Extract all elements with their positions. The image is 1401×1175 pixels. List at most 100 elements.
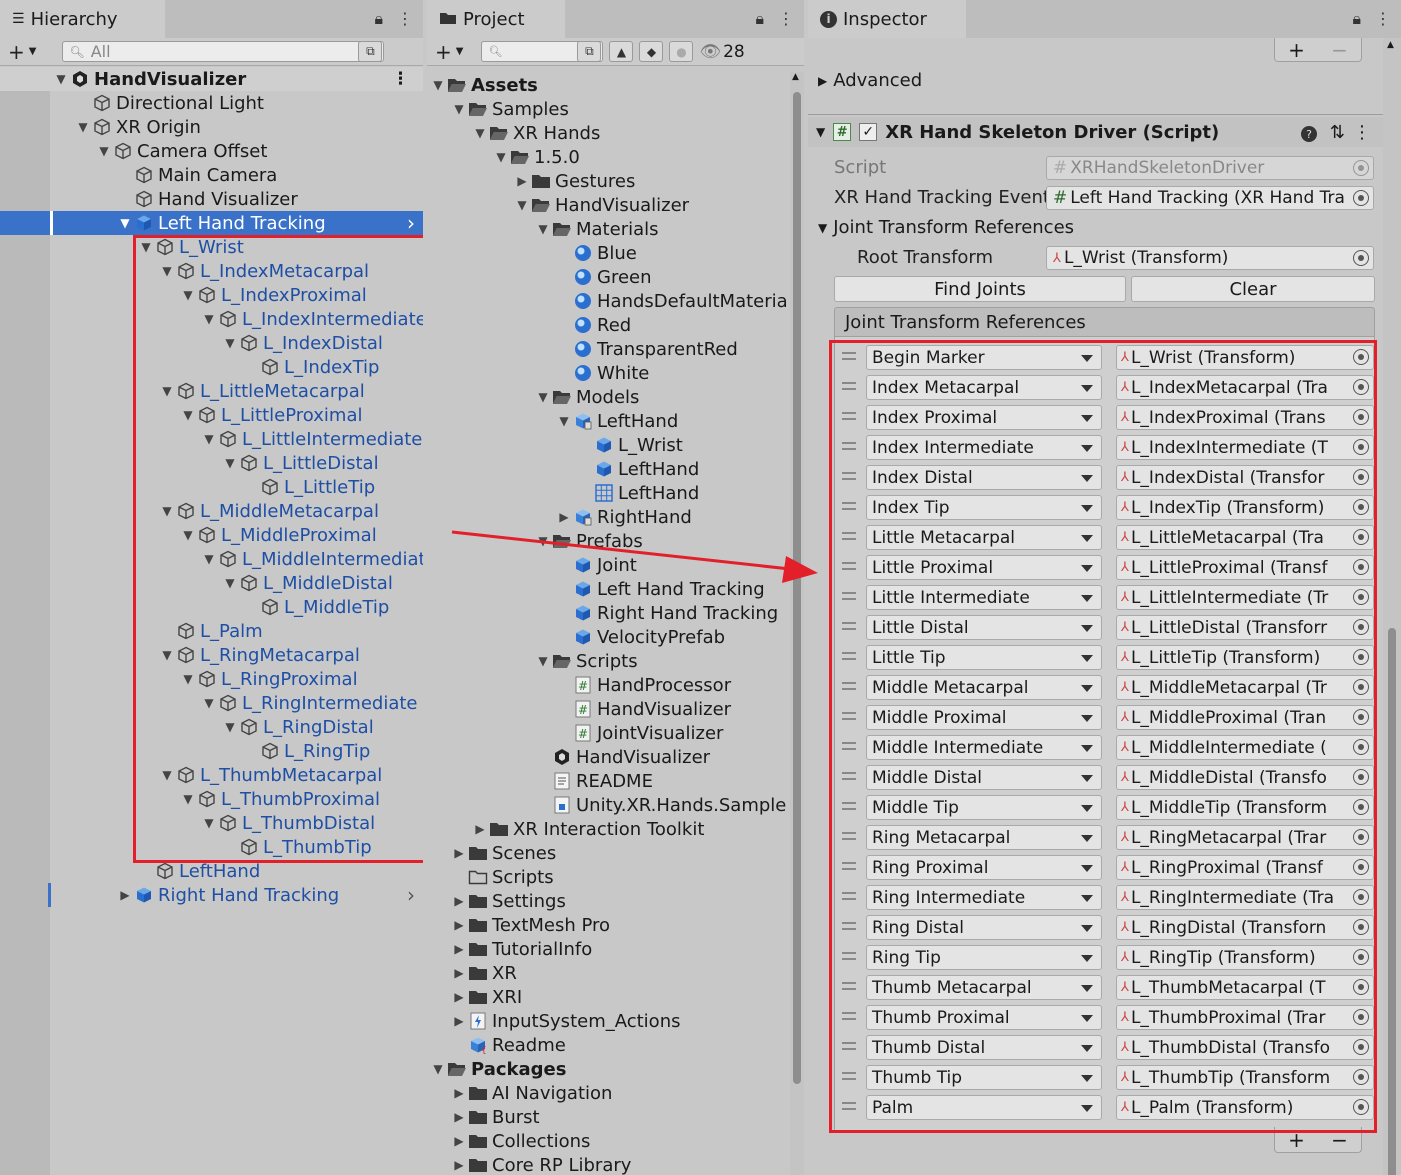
- tree-row[interactable]: ▶ TutorialInfo: [427, 937, 804, 961]
- chevron-down-icon[interactable]: ▼: [471, 126, 489, 140]
- tree-row[interactable]: README: [427, 769, 804, 793]
- tree-row[interactable]: Hand Visualizer: [0, 187, 423, 211]
- tree-row[interactable]: Right Hand Tracking: [427, 601, 804, 625]
- joint-refs-foldout[interactable]: ▼ Joint Transform References: [818, 217, 1074, 238]
- chevron-down-icon[interactable]: ▼: [52, 72, 70, 86]
- lock-icon[interactable]: 🔒︎: [755, 9, 764, 29]
- chevron-down-icon[interactable]: ▼: [116, 216, 134, 230]
- advanced-foldout[interactable]: ▶ Advanced: [818, 70, 922, 91]
- tree-row[interactable]: ▶ AI Navigation: [427, 1081, 804, 1105]
- tree-row[interactable]: L_Wrist: [427, 433, 804, 457]
- kebab-menu-icon[interactable]: ⋮: [1375, 9, 1391, 29]
- chevron-right-icon[interactable]: ▶: [116, 888, 134, 902]
- lock-icon[interactable]: 🔒︎: [1352, 9, 1361, 29]
- remove-element-button[interactable]: −: [1331, 38, 1348, 62]
- tab-hierarchy[interactable]: ☰ Hierarchy: [0, 0, 165, 38]
- scrollbar-thumb[interactable]: [793, 92, 801, 1084]
- scene-root-row[interactable]: ▼ HandVisualizer ⋮: [0, 67, 423, 91]
- tree-row[interactable]: VelocityPrefab: [427, 625, 804, 649]
- chevron-right-icon[interactable]: ▶: [450, 894, 468, 908]
- tree-row[interactable]: ▶ Scenes: [427, 841, 804, 865]
- chevron-right-icon[interactable]: ▶: [555, 510, 573, 524]
- create-dropdown-button[interactable]: + ▼: [8, 40, 36, 64]
- tree-row[interactable]: ▼ Materials: [427, 217, 804, 241]
- tree-row[interactable]: ▼ Models: [427, 385, 804, 409]
- tree-row[interactable]: White: [427, 361, 804, 385]
- chevron-down-icon[interactable]: ▼: [534, 654, 552, 668]
- tree-row[interactable]: ▼ XR Hands: [427, 121, 804, 145]
- tree-row[interactable]: LeftHand: [427, 457, 804, 481]
- tree-row[interactable]: Joint: [427, 553, 804, 577]
- tree-row[interactable]: ▶ RightHand: [427, 505, 804, 529]
- chevron-down-icon[interactable]: ▼: [74, 120, 92, 134]
- chevron-down-icon[interactable]: ▼: [429, 78, 447, 92]
- help-icon[interactable]: ?: [1301, 122, 1317, 143]
- root-transform-field[interactable]: ⅄ L_Wrist (Transform): [1046, 246, 1374, 270]
- tree-row[interactable]: ▶ Core RP Library: [427, 1153, 804, 1175]
- project-scrollbar[interactable]: ▲: [790, 72, 804, 1175]
- chevron-right-icon[interactable]: ▶: [450, 990, 468, 1004]
- presets-icon[interactable]: ⇅: [1330, 122, 1345, 143]
- filter-by-type-icon[interactable]: ▲: [609, 41, 634, 62]
- object-picker-icon[interactable]: [1353, 190, 1369, 206]
- tree-row[interactable]: ▶ Gestures: [427, 169, 804, 193]
- filter-by-label-icon[interactable]: ◆: [639, 41, 664, 62]
- component-header[interactable]: ▼ # ✓ XR Hand Skeleton Driver (Script) ?…: [808, 117, 1383, 147]
- tree-row[interactable]: ▶ Settings: [427, 889, 804, 913]
- tree-row[interactable]: ▼ Scripts: [427, 649, 804, 673]
- chevron-right-icon[interactable]: ▶: [450, 1110, 468, 1124]
- tree-row[interactable]: HandVisualizer: [427, 745, 804, 769]
- tree-row[interactable]: # HandVisualizer: [427, 697, 804, 721]
- scrollbar-thumb[interactable]: [1388, 628, 1396, 1175]
- chevron-down-icon[interactable]: ▼: [534, 534, 552, 548]
- tree-row[interactable]: ▶ InputSystem_Actions: [427, 1009, 804, 1033]
- hidden-packages-toggle[interactable]: 👁︎ 28: [699, 42, 744, 62]
- tree-row[interactable]: ▼ Packages: [427, 1057, 804, 1081]
- hierarchy-search-input[interactable]: 🔍︎ All ⧉: [62, 41, 385, 62]
- scroll-up-icon[interactable]: ▲: [1387, 40, 1394, 50]
- tree-row[interactable]: ▼ Camera Offset: [0, 139, 423, 163]
- save-search-icon[interactable]: ●: [669, 41, 694, 62]
- tree-row[interactable]: ▼ Assets: [427, 73, 804, 97]
- tree-row[interactable]: Green: [427, 265, 804, 289]
- search-mode-icon[interactable]: ⧉: [358, 41, 383, 62]
- tree-row[interactable]: ▼ Samples: [427, 97, 804, 121]
- chevron-right-icon[interactable]: ▶: [450, 966, 468, 980]
- tree-row[interactable]: ▶ XRI: [427, 985, 804, 1009]
- tree-row[interactable]: ▼ 1.5.0: [427, 145, 804, 169]
- tree-row[interactable]: {} Readme: [427, 1033, 804, 1057]
- tree-row[interactable]: ▶ Burst: [427, 1105, 804, 1129]
- tree-row[interactable]: ▶ TextMesh Pro: [427, 913, 804, 937]
- inspector-scrollbar[interactable]: ▲: [1383, 38, 1401, 1175]
- tree-row[interactable]: ▼ Left Hand Tracking ›: [0, 211, 423, 235]
- chevron-down-icon[interactable]: ▼: [534, 390, 552, 404]
- chevron-down-icon[interactable]: ▼: [450, 102, 468, 116]
- chevron-down-icon[interactable]: ▼: [513, 198, 531, 212]
- tree-row[interactable]: Scripts: [427, 865, 804, 889]
- tree-row[interactable]: ▼ Prefabs: [427, 529, 804, 553]
- chevron-right-icon[interactable]: ▶: [450, 1134, 468, 1148]
- tree-row[interactable]: Unity.XR.Hands.Sample: [427, 793, 804, 817]
- chevron-down-icon[interactable]: ▼: [429, 1062, 447, 1076]
- chevron-right-icon[interactable]: ▶: [450, 1158, 468, 1172]
- tree-row[interactable]: # HandProcessor: [427, 673, 804, 697]
- tree-row[interactable]: Directional Light: [0, 91, 423, 115]
- chevron-down-icon[interactable]: ▼: [555, 414, 573, 428]
- chevron-down-icon[interactable]: ▼: [95, 144, 113, 158]
- tab-project[interactable]: Project: [427, 0, 565, 38]
- tree-row[interactable]: TransparentRed: [427, 337, 804, 361]
- component-enabled-checkbox[interactable]: ✓: [859, 123, 878, 141]
- lock-icon[interactable]: 🔒︎: [374, 9, 383, 29]
- chevron-right-icon[interactable]: ▶: [450, 1014, 468, 1028]
- chevron-right-icon[interactable]: ▶: [471, 822, 489, 836]
- project-search-input[interactable]: 🔍︎ ⧉: [481, 41, 604, 62]
- add-element-button[interactable]: +: [1288, 38, 1305, 62]
- tree-row[interactable]: LeftHand: [427, 481, 804, 505]
- chevron-right-icon[interactable]: ▶: [513, 174, 531, 188]
- open-prefab-chevron-icon[interactable]: ›: [407, 211, 415, 235]
- tree-row[interactable]: Main Camera: [0, 163, 423, 187]
- kebab-menu-icon[interactable]: ⋮: [778, 9, 794, 29]
- chevron-down-icon[interactable]: ▼: [534, 222, 552, 236]
- chevron-right-icon[interactable]: ▶: [450, 918, 468, 932]
- object-picker-icon[interactable]: [1353, 250, 1369, 266]
